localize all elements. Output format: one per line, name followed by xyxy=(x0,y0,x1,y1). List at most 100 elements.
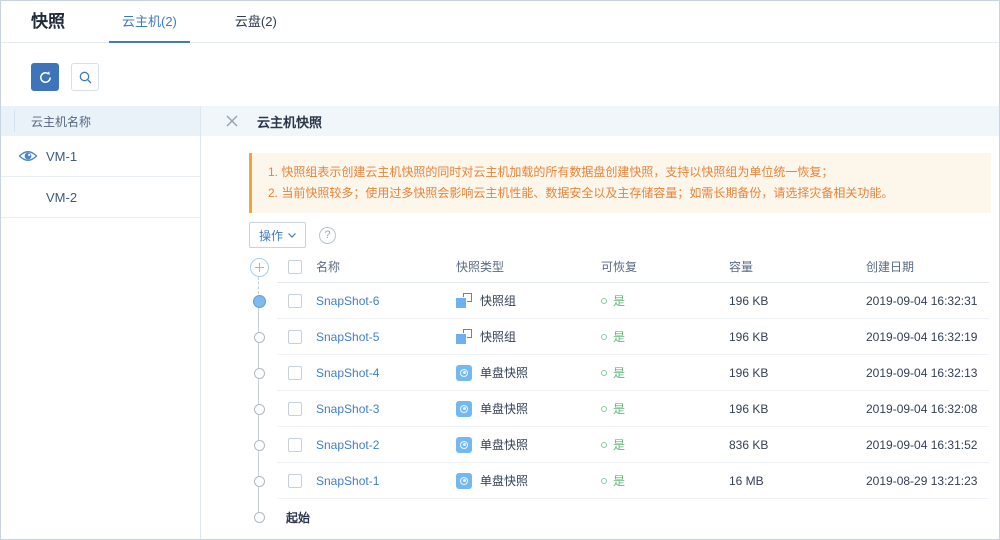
created-value: 2019-08-29 13:21:23 xyxy=(866,474,989,488)
snapshot-group-icon xyxy=(456,293,472,309)
tab-vm-instances[interactable]: 云主机(2) xyxy=(107,1,192,43)
size-value: 196 KB xyxy=(729,330,866,344)
select-all-checkbox[interactable] xyxy=(288,260,302,274)
row-checkbox[interactable] xyxy=(288,438,302,452)
snapshot-type-label: 单盘快照 xyxy=(480,436,528,453)
size-value: 836 KB xyxy=(729,438,866,452)
recoverable-label: 是 xyxy=(613,328,625,345)
recoverable-status-icon xyxy=(601,370,607,376)
notice-box: 1. 快照组表示创建云主机快照的同时对云主机加载的所有数据盘创建快照，支持以快照… xyxy=(249,153,991,213)
snapshot-type-label: 单盘快照 xyxy=(480,364,528,381)
page-header: 快照 云主机(2) 云盘(2) xyxy=(1,1,999,43)
table-row: SnapShot-6 快照组 是 196 KB 2019-09-04 16:32… xyxy=(241,283,989,319)
table-row: SnapShot-3 单盘快照 是 196 KB 2019-09-04 16:3… xyxy=(241,391,989,427)
close-icon[interactable] xyxy=(225,114,239,128)
snapshot-name-link[interactable]: SnapShot-2 xyxy=(316,438,379,452)
refresh-icon xyxy=(38,70,53,85)
recoverable-label: 是 xyxy=(613,364,625,381)
column-header-type: 快照类型 xyxy=(456,258,601,275)
snapshot-type-label: 快照组 xyxy=(480,328,516,345)
origin-row: 起始 xyxy=(241,499,989,535)
recoverable-status-icon xyxy=(601,298,607,304)
row-checkbox[interactable] xyxy=(288,402,302,416)
created-value: 2019-09-04 16:32:08 xyxy=(866,402,989,416)
vm-item-label: VM-1 xyxy=(46,149,77,164)
recoverable-status-icon xyxy=(601,478,607,484)
search-icon xyxy=(78,70,93,85)
single-disk-snapshot-icon xyxy=(456,401,472,417)
tab-volumes[interactable]: 云盘(2) xyxy=(220,1,292,43)
snapshot-group-icon xyxy=(456,329,472,345)
notice-line: 1. 快照组表示创建云主机快照的同时对云主机加载的所有数据盘创建快照，支持以快照… xyxy=(268,162,975,183)
column-header-name: 名称 xyxy=(316,258,456,275)
row-checkbox[interactable] xyxy=(288,330,302,344)
column-header-recoverable: 可恢复 xyxy=(601,258,729,275)
created-value: 2019-09-04 16:31:52 xyxy=(866,438,989,452)
vm-sidebar: 云主机名称 VM-1 VM-2 xyxy=(1,106,201,539)
column-header-size: 容量 xyxy=(729,258,866,275)
recoverable-status-icon xyxy=(601,442,607,448)
size-value: 16 MB xyxy=(729,474,866,488)
snapshot-type-label: 单盘快照 xyxy=(480,472,528,489)
table-row: SnapShot-4 单盘快照 是 196 KB 2019-09-04 16:3… xyxy=(241,355,989,391)
created-value: 2019-09-04 16:32:19 xyxy=(866,330,989,344)
recoverable-status-icon xyxy=(601,406,607,412)
single-disk-snapshot-icon xyxy=(456,473,472,489)
eye-icon xyxy=(18,149,38,163)
row-checkbox[interactable] xyxy=(288,366,302,380)
single-disk-snapshot-icon xyxy=(456,437,472,453)
operations-menu-button[interactable]: 操作 xyxy=(249,222,306,248)
table-row: SnapShot-2 单盘快照 是 836 KB 2019-09-04 16:3… xyxy=(241,427,989,463)
snapshot-rows: SnapShot-6 快照组 是 196 KB 2019-09-04 16:32… xyxy=(241,283,989,499)
recoverable-status-icon xyxy=(601,334,607,340)
sidebar-header: 云主机名称 xyxy=(1,106,200,136)
sidebar-item-vm-1[interactable]: VM-1 xyxy=(1,136,200,177)
vm-item-label: VM-2 xyxy=(46,190,77,205)
timeline-dot xyxy=(254,440,265,451)
snapshot-type-label: 快照组 xyxy=(480,292,516,309)
refresh-button[interactable] xyxy=(31,63,59,91)
sidebar-header-label: 云主机名称 xyxy=(31,113,91,130)
table-header-row: 名称 快照类型 可恢复 容量 创建日期 xyxy=(241,251,989,283)
sidebar-item-vm-2[interactable]: VM-2 xyxy=(1,177,200,218)
timeline-dot xyxy=(254,332,265,343)
tab-bar: 云主机(2) 云盘(2) xyxy=(107,1,320,43)
timeline-origin-dot xyxy=(254,512,265,523)
page-title: 快照 xyxy=(31,1,65,42)
row-checkbox[interactable] xyxy=(288,474,302,488)
snapshot-type-label: 单盘快照 xyxy=(480,400,528,417)
operations-menu-label: 操作 xyxy=(259,227,283,244)
column-header-created: 创建日期 xyxy=(866,258,989,275)
snapshot-page: 快照 云主机(2) 云盘(2) 云主机名称 xyxy=(0,0,1000,540)
single-disk-snapshot-icon xyxy=(456,365,472,381)
timeline-dot xyxy=(254,476,265,487)
panel-title: 云主机快照 xyxy=(257,112,322,131)
recoverable-label: 是 xyxy=(613,472,625,489)
origin-label: 起始 xyxy=(286,509,310,526)
help-icon[interactable]: ? xyxy=(319,227,336,244)
timeline-dot xyxy=(254,368,265,379)
snapshot-name-link[interactable]: SnapShot-4 xyxy=(316,366,379,380)
recoverable-label: 是 xyxy=(613,292,625,309)
row-checkbox[interactable] xyxy=(288,294,302,308)
table-row: SnapShot-1 单盘快照 是 16 MB 2019-08-29 13:21… xyxy=(241,463,989,499)
size-value: 196 KB xyxy=(729,402,866,416)
size-value: 196 KB xyxy=(729,294,866,308)
search-button[interactable] xyxy=(71,63,99,91)
snapshot-table: 名称 快照类型 可恢复 容量 创建日期 SnapShot-6 快照组 是 xyxy=(241,251,989,535)
panel-header: 云主机快照 xyxy=(201,106,999,136)
recoverable-label: 是 xyxy=(613,436,625,453)
snapshot-name-link[interactable]: SnapShot-6 xyxy=(316,294,379,308)
notice-line: 2. 当前快照较多；使用过多快照会影响云主机性能、数据安全以及主存储容量；如需长… xyxy=(268,183,975,204)
size-value: 196 KB xyxy=(729,366,866,380)
recoverable-label: 是 xyxy=(613,400,625,417)
snapshot-name-link[interactable]: SnapShot-5 xyxy=(316,330,379,344)
created-value: 2019-09-04 16:32:13 xyxy=(866,366,989,380)
chevron-down-icon xyxy=(288,233,296,238)
created-value: 2019-09-04 16:32:31 xyxy=(866,294,989,308)
table-row: SnapShot-5 快照组 是 196 KB 2019-09-04 16:32… xyxy=(241,319,989,355)
snapshot-name-link[interactable]: SnapShot-1 xyxy=(316,474,379,488)
snapshot-name-link[interactable]: SnapShot-3 xyxy=(316,402,379,416)
plus-icon[interactable] xyxy=(250,258,269,277)
timeline-dot xyxy=(253,295,266,308)
